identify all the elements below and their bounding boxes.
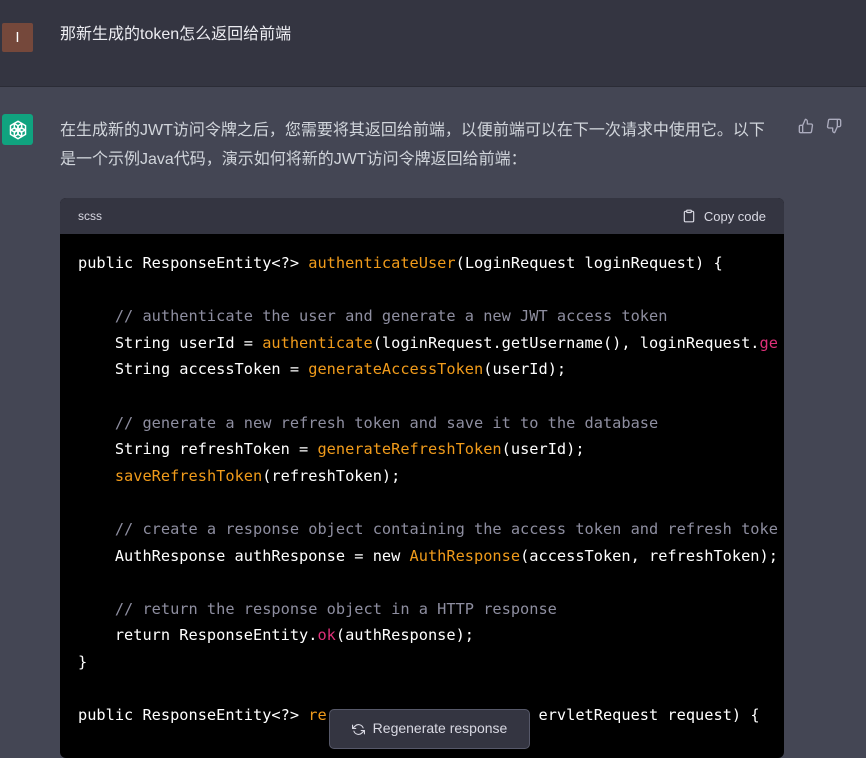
code-token: public ResponseEntity<?>	[78, 706, 309, 725]
code-token: ervletRequest request) {	[538, 706, 760, 725]
code-token: (userId);	[501, 440, 585, 459]
code-token: AuthResponse authResponse = new	[78, 546, 410, 565]
code-token: re	[308, 706, 327, 725]
code-token: // generate a new refresh token and save…	[78, 413, 659, 432]
code-token: return ResponseEntity.	[78, 626, 318, 645]
copy-code-button[interactable]: Copy code	[682, 209, 766, 224]
assistant-message-text: 在生成新的JWT访问令牌之后，您需要将其返回给前端，以便前端可以在下一次请求中使…	[60, 122, 765, 168]
code-language-label: scss	[78, 209, 102, 223]
user-avatar: I	[2, 23, 33, 52]
code-token: String refreshToken =	[78, 440, 318, 459]
code-token: ok	[317, 626, 336, 645]
code-line: saveRefreshToken(refreshToken);	[78, 463, 766, 490]
clipboard-icon	[683, 209, 695, 223]
code-token: public ResponseEntity<?>	[78, 254, 309, 272]
code-token: saveRefreshToken	[114, 466, 263, 485]
code-token: // create a response object containing t…	[78, 519, 778, 538]
feedback-buttons	[797, 117, 843, 135]
code-line: return ResponseEntity.ok(authResponse);	[78, 622, 766, 649]
code-line: // authenticate the user and generate a …	[78, 303, 766, 330]
openai-logo-icon	[2, 114, 33, 145]
code-token: }	[78, 652, 88, 671]
code-token: // authenticate the user and generate a …	[78, 307, 668, 326]
code-token: // return the response object in a HTTP …	[78, 599, 557, 618]
regenerate-response-button[interactable]: Regenerate response	[329, 709, 530, 749]
code-token: authenticateUser	[308, 254, 456, 272]
code-block: scss Copy code public ResponseEntity<?> …	[60, 198, 784, 758]
code-token: (accessToken, refreshToken);	[520, 546, 778, 565]
code-token: generateAccessToken	[308, 360, 484, 379]
code-token: (refreshToken);	[262, 466, 401, 485]
code-token: authenticate	[262, 333, 373, 352]
copy-code-label: Copy code	[703, 208, 766, 224]
code-token: (userId);	[483, 360, 567, 379]
code-content: public ResponseEntity<?> authenticateUse…	[60, 234, 784, 745]
code-token: (LoginRequest loginRequest) {	[455, 254, 723, 272]
code-line: // generate a new refresh token and save…	[78, 410, 766, 437]
code-line: String accessToken = generateAccessToken…	[78, 356, 766, 383]
refresh-icon	[351, 724, 365, 735]
code-token: AuthResponse	[409, 546, 521, 565]
user-message-text: 那新生成的token怎么返回给前端	[60, 26, 292, 43]
code-token: ge	[759, 333, 778, 352]
code-token: String accessToken =	[78, 360, 309, 379]
user-message-row: I 那新生成的token怎么返回给前端	[0, 0, 866, 87]
code-token: (authResponse);	[335, 626, 475, 645]
regenerate-label: Regenerate response	[372, 720, 508, 736]
code-line: public ResponseEntity<?> authenticateUse…	[78, 250, 766, 277]
code-token: (loginRequest.getUsername(), loginReques…	[372, 333, 760, 352]
code-token: String userId =	[78, 333, 263, 352]
code-line: }	[78, 649, 766, 676]
code-token: generateRefreshToken	[317, 440, 502, 459]
thumbs-up-icon[interactable]	[797, 117, 815, 135]
code-block-header: scss Copy code	[60, 198, 784, 234]
code-line: String refreshToken = generateRefreshTok…	[78, 436, 766, 463]
code-line: AuthResponse authResponse = new AuthResp…	[78, 543, 778, 570]
code-line: // create a response object containing t…	[78, 516, 778, 543]
code-line: String userId = authenticate(loginReques…	[78, 330, 778, 357]
thumbs-down-icon[interactable]	[825, 117, 843, 135]
code-line: // return the response object in a HTTP …	[78, 596, 766, 623]
